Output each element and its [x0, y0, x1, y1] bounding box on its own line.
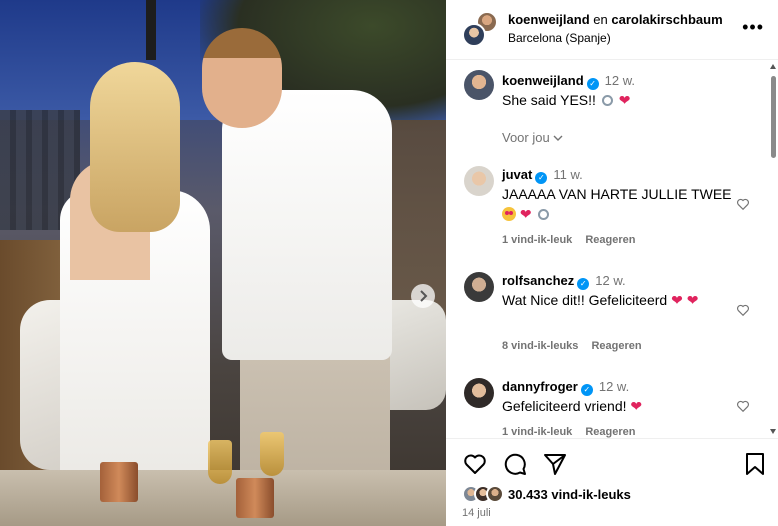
- photo-champagne-glass: [208, 440, 232, 484]
- caption-text-row: She said YES!! ❤: [502, 90, 732, 110]
- caption-username[interactable]: koenweijland: [502, 73, 584, 88]
- comment-header: rolfsanchez ✓ 12 w.: [502, 272, 626, 290]
- ring-emoji-icon: [601, 95, 613, 106]
- comments-scrollbar[interactable]: [768, 60, 778, 438]
- photo-man-shirt: [222, 90, 392, 360]
- post-side-panel: koenweijland en carolakirschbaum Barcelo…: [446, 0, 778, 526]
- comment-text: JAAAAA VAN HARTE JULLIE TWEE: [502, 186, 732, 202]
- photo-woman-hair: [90, 62, 180, 232]
- chevron-down-icon: [553, 135, 563, 141]
- caption-time: 12 w.: [604, 73, 635, 88]
- comment-icon[interactable]: [502, 451, 528, 477]
- heart-emoji-icon: ❤: [618, 92, 631, 108]
- header-avatars[interactable]: [462, 11, 498, 47]
- comment-header: juvat ✓ 11 w.: [502, 166, 583, 184]
- comment-text-row: Wat Nice dit!! Gefeliciteerd ❤ ❤: [502, 290, 732, 310]
- heart-outline-icon[interactable]: [736, 399, 750, 413]
- comment-text: Gefeliciteerd vriend!: [502, 398, 627, 414]
- reply-button[interactable]: Reageren: [585, 234, 635, 246]
- heart-outline-icon[interactable]: [736, 197, 750, 211]
- comment-like-count[interactable]: 8 vind-ik-leuks: [502, 340, 578, 352]
- comment-like-count[interactable]: 1 vind-ik-leuk: [502, 234, 572, 246]
- avatar[interactable]: [464, 272, 494, 302]
- ring-emoji-icon: [537, 209, 549, 220]
- reply-button[interactable]: Reageren: [591, 340, 641, 352]
- heart-emoji-icon: ❤: [630, 398, 643, 414]
- comment-time: 12 w.: [595, 273, 626, 288]
- header-user-2[interactable]: carolakirschbaum: [611, 12, 722, 27]
- voor-jou-dropdown[interactable]: Voor jou: [502, 130, 563, 145]
- comment-text-row: Gefeliciteerd vriend! ❤: [502, 396, 732, 416]
- comment-meta: 8 vind-ik-leuks Reageren: [502, 340, 642, 352]
- verified-badge-icon: ✓: [580, 384, 593, 396]
- comment-username[interactable]: dannyfroger: [502, 379, 578, 394]
- verified-badge-icon: ✓: [577, 278, 590, 290]
- verified-badge-icon: ✓: [586, 78, 599, 90]
- photo-copper-cup: [100, 462, 138, 502]
- comment-text: Wat Nice dit!! Gefeliciteerd: [502, 292, 668, 308]
- comment-meta: 1 vind-ik-leuk Reageren: [502, 234, 636, 246]
- heart-emoji-icon: ❤: [671, 292, 683, 308]
- chevron-right-icon: [420, 290, 428, 302]
- post-actions: 30.433 vind-ik-leuks 14 juli: [446, 438, 778, 526]
- caption-header: koenweijland ✓ 12 w.: [502, 72, 635, 90]
- header-user-1[interactable]: koenweijland: [508, 12, 590, 27]
- heart-eyes-emoji-icon: [502, 207, 516, 221]
- comment-text-row: JAAAAA VAN HARTE JULLIE TWEE ❤: [502, 184, 732, 224]
- header-location[interactable]: Barcelona (Spanje): [508, 31, 611, 45]
- verified-badge-icon: ✓: [535, 172, 548, 184]
- voor-jou-label: Voor jou: [502, 130, 550, 145]
- header-connector: en: [593, 12, 608, 27]
- like-heart-icon[interactable]: [462, 451, 488, 477]
- photo-champagne-glass: [260, 432, 284, 476]
- likes-summary[interactable]: 30.433 vind-ik-leuks: [462, 483, 631, 505]
- post-date[interactable]: 14 juli: [462, 507, 491, 519]
- post-photo[interactable]: [0, 0, 446, 526]
- reply-button[interactable]: Reageren: [585, 426, 635, 438]
- photo-man-head: [202, 28, 282, 128]
- share-icon[interactable]: [542, 451, 568, 477]
- avatar[interactable]: [462, 23, 486, 47]
- comment-time: 11 w.: [553, 167, 583, 182]
- next-photo-button[interactable]: [411, 284, 435, 308]
- comment-header: dannyfroger ✓ 12 w.: [502, 378, 629, 396]
- caption-text: She said YES!!: [502, 92, 596, 108]
- avatar[interactable]: [464, 378, 494, 408]
- comment-username[interactable]: rolfsanchez: [502, 273, 574, 288]
- more-options-icon[interactable]: •••: [742, 18, 764, 36]
- comment-like-count[interactable]: 1 vind-ik-leuk: [502, 426, 572, 438]
- avatar: [486, 485, 504, 503]
- avatar[interactable]: [464, 166, 494, 196]
- heart-emoji-icon: ❤: [686, 292, 699, 308]
- comment-time: 12 w.: [598, 379, 630, 394]
- comment-meta: 1 vind-ik-leuk Reageren: [502, 426, 636, 438]
- scroll-down-arrow-icon[interactable]: [770, 429, 776, 434]
- heart-emoji-icon: ❤: [519, 206, 532, 222]
- comment-username[interactable]: juvat: [502, 167, 532, 182]
- bookmark-icon[interactable]: [742, 451, 768, 477]
- scroll-up-arrow-icon[interactable]: [770, 64, 776, 69]
- photo-copper-cup: [236, 478, 274, 518]
- header-usernames: koenweijland en carolakirschbaum: [508, 12, 723, 27]
- post-header: koenweijland en carolakirschbaum Barcelo…: [446, 0, 778, 60]
- photo-pole: [146, 0, 156, 60]
- likes-count[interactable]: 30.433 vind-ik-leuks: [508, 487, 631, 502]
- scrollbar-thumb[interactable]: [771, 76, 776, 158]
- heart-outline-icon[interactable]: [736, 303, 750, 317]
- comments-list: koenweijland ✓ 12 w. She said YES!! ❤ Voor…: [446, 60, 768, 438]
- avatar[interactable]: [464, 70, 494, 100]
